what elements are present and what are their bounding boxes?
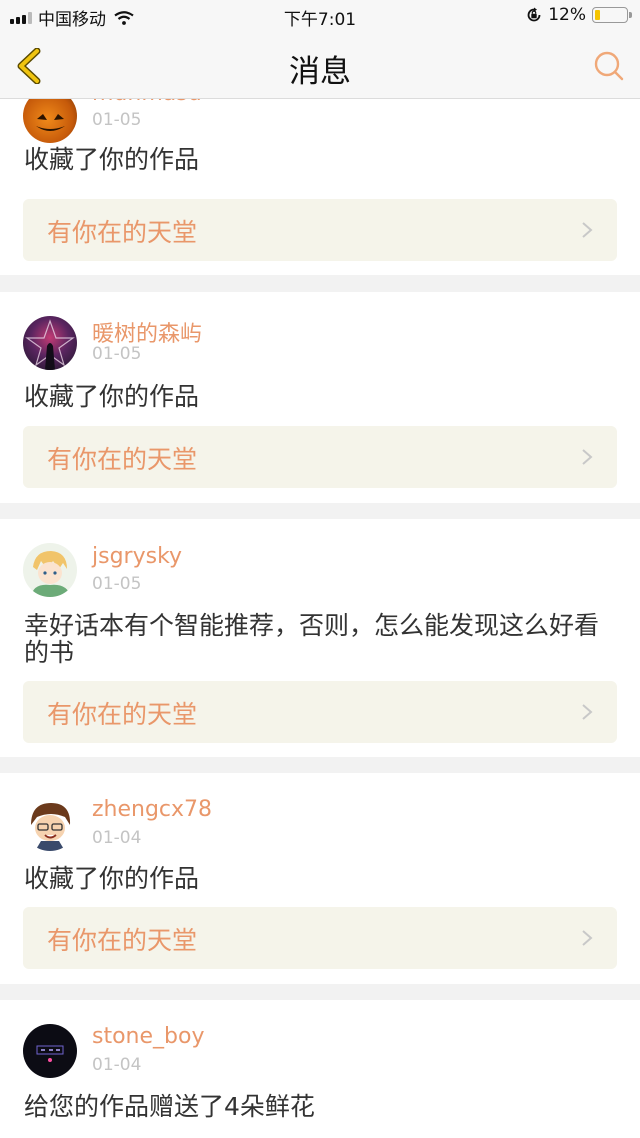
dark-logo-avatar[interactable] — [23, 1024, 77, 1078]
message-date: 01-05 — [92, 344, 142, 364]
chevron-right-icon — [582, 449, 593, 465]
orientation-lock-icon — [527, 7, 541, 22]
message-card: mdnmasd 01-05 收藏了你的作品 有你在的天堂 — [0, 99, 640, 275]
username[interactable]: zhengcx78 — [92, 797, 212, 822]
work-title: 有你在的天堂 — [47, 218, 198, 247]
message-card: stone_boy 01-04 给您的作品赠送了4朵鲜花 — [0, 1000, 640, 1138]
username[interactable]: stone_boy — [92, 1024, 204, 1049]
anime-boy-avatar[interactable] — [23, 543, 77, 597]
navigation-bar: 消息 — [0, 32, 640, 99]
chevron-right-icon — [582, 704, 593, 720]
message-text: 收藏了你的作品 — [24, 145, 200, 174]
message-text: 收藏了你的作品 — [24, 382, 200, 411]
work-link[interactable]: 有你在的天堂 — [23, 681, 617, 743]
chevron-right-icon — [582, 930, 593, 946]
search-icon[interactable] — [592, 50, 626, 82]
work-link[interactable]: 有你在的天堂 — [23, 426, 617, 488]
message-text: 给您的作品赠送了4朵鲜花 — [24, 1092, 315, 1121]
pentagram-avatar[interactable] — [23, 316, 77, 370]
message-card: zhengcx78 01-04 收藏了你的作品 有你在的天堂 — [0, 773, 640, 984]
work-title: 有你在的天堂 — [47, 926, 198, 955]
message-card: jsgrysky 01-05 幸好话本有个智能推荐，否则，怎么能发现这么好看的书… — [0, 519, 640, 757]
pumpkin-avatar[interactable] — [23, 99, 77, 143]
status-bar: 中国移动 下午7:01 12% — [0, 0, 640, 32]
message-date: 01-05 — [92, 110, 142, 130]
battery-icon — [592, 7, 632, 23]
work-link[interactable]: 有你在的天堂 — [23, 907, 617, 969]
work-title: 有你在的天堂 — [47, 700, 198, 729]
message-date: 01-04 — [92, 828, 142, 848]
message-list[interactable]: mdnmasd 01-05 收藏了你的作品 有你在的天堂 暖树的森屿 01-05… — [0, 99, 640, 1138]
message-text: 收藏了你的作品 — [24, 864, 200, 893]
message-card: 暖树的森屿 01-05 收藏了你的作品 有你在的天堂 — [0, 292, 640, 503]
cartoon-boy-avatar[interactable] — [23, 797, 77, 851]
page-title: 消息 — [289, 54, 351, 90]
chevron-right-icon — [582, 222, 593, 238]
work-title: 有你在的天堂 — [47, 445, 198, 474]
work-link[interactable]: 有你在的天堂 — [23, 199, 617, 261]
username[interactable]: mdnmasd — [92, 99, 202, 106]
message-date: 01-05 — [92, 574, 142, 594]
battery-percent: 12% — [548, 5, 586, 25]
message-date: 01-04 — [92, 1055, 142, 1075]
message-text: 幸好话本有个智能推荐，否则，怎么能发现这么好看的书 — [24, 611, 600, 667]
username[interactable]: jsgrysky — [92, 544, 182, 569]
